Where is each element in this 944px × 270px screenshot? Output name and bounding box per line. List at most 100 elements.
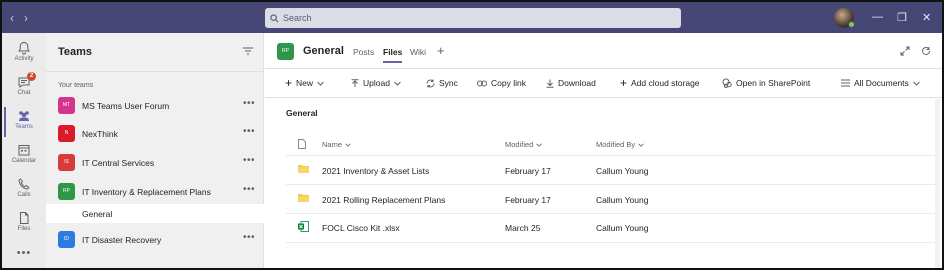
open-in-sharepoint-label: Open in SharePoint: [736, 78, 811, 88]
file-modified: February 17: [505, 166, 551, 176]
chevron-down-icon: [638, 143, 644, 147]
team-avatar: MT: [58, 97, 75, 114]
presence-available-icon: [848, 21, 855, 28]
app-teams[interactable]: Teams: [2, 105, 46, 139]
copy-link-label: Copy link: [491, 78, 526, 88]
refresh-icon[interactable]: [921, 46, 931, 56]
more-options-icon[interactable]: •••: [243, 232, 255, 243]
view-selector[interactable]: All Documents: [841, 78, 920, 88]
download-button[interactable]: Download: [546, 78, 596, 88]
team-avatar: IS: [58, 154, 75, 171]
team-it-disaster-recovery[interactable]: ID IT Disaster Recovery •••: [46, 229, 264, 251]
divider: [286, 155, 936, 156]
list-view-icon: [841, 79, 850, 87]
forward-arrow-icon[interactable]: ›: [24, 11, 28, 25]
open-in-sharepoint-button[interactable]: Open in SharePoint: [722, 78, 810, 88]
column-header-modified-by[interactable]: Modified By: [596, 140, 644, 149]
chevron-down-icon: [317, 81, 324, 86]
teams-icon: [19, 111, 29, 121]
view-selector-label: All Documents: [854, 78, 909, 88]
tab-files[interactable]: Files: [383, 47, 403, 63]
title-bar: ‹ › Search — ❐ ✕: [2, 2, 942, 33]
column-header-name-label: Name: [322, 140, 343, 149]
expand-icon[interactable]: [900, 46, 910, 56]
app-calls[interactable]: Calls: [2, 173, 46, 207]
column-header-modified-by-label: Modified By: [596, 140, 636, 149]
search-icon: [270, 13, 279, 22]
team-name: IT Central Services: [82, 158, 155, 168]
more-options-icon[interactable]: •••: [243, 98, 255, 109]
add-tab-button[interactable]: +: [437, 43, 445, 58]
file-name[interactable]: FOCL Cisco Kit .xlsx: [322, 223, 400, 233]
minimize-icon[interactable]: —: [872, 11, 883, 23]
file-modified-by: Callum Young: [596, 195, 649, 205]
back-arrow-icon[interactable]: ‹: [10, 11, 14, 25]
new-button[interactable]: + New: [285, 76, 324, 90]
more-options-icon[interactable]: •••: [243, 155, 255, 166]
app-teams-label: Teams: [15, 124, 33, 130]
team-it-central-services[interactable]: IS IT Central Services •••: [46, 152, 264, 174]
file-row[interactable]: 2021 Rolling Replacement Plans February …: [286, 186, 936, 213]
more-options-icon[interactable]: •••: [243, 126, 255, 137]
plus-icon: +: [620, 76, 628, 90]
column-header-modified[interactable]: Modified: [505, 140, 543, 149]
chat-unread-badge: 2: [27, 72, 36, 81]
divider: [286, 242, 936, 243]
close-icon[interactable]: ✕: [922, 11, 931, 24]
file-name[interactable]: 2021 Inventory & Asset Lists: [322, 166, 429, 176]
more-apps-icon[interactable]: •••: [2, 247, 46, 259]
channel-title: General: [303, 45, 344, 57]
sharepoint-icon: [722, 78, 732, 88]
add-cloud-storage-label: Add cloud storage: [631, 78, 700, 88]
app-bar: Activity 2 Chat Teams Calendar Calls Fil…: [2, 33, 46, 268]
team-name: IT Disaster Recovery: [82, 235, 162, 245]
team-avatar: ID: [58, 231, 75, 248]
upload-icon: [351, 78, 359, 87]
calendar-icon: [18, 145, 30, 156]
team-it-inventory-replacement-plans[interactable]: RP IT Inventory & Replacement Plans •••: [46, 181, 264, 203]
scrollbar[interactable]: [935, 99, 940, 268]
chevron-down-icon: [912, 81, 920, 86]
restore-icon[interactable]: ❐: [897, 11, 907, 24]
sync-button[interactable]: Sync: [426, 78, 458, 88]
team-avatar: RP: [277, 43, 294, 60]
app-calls-label: Calls: [17, 192, 31, 198]
app-files[interactable]: Files: [2, 207, 46, 241]
plus-icon: +: [285, 76, 293, 90]
search-bar[interactable]: Search: [265, 8, 681, 28]
filter-icon[interactable]: [243, 47, 253, 55]
file-row[interactable]: FOCL Cisco Kit .xlsx March 25 Callum You…: [286, 214, 936, 241]
app-calendar[interactable]: Calendar: [2, 139, 46, 173]
add-cloud-storage-button[interactable]: + Add cloud storage: [620, 76, 700, 90]
app-activity[interactable]: Activity: [2, 37, 46, 71]
team-ms-teams-user-forum[interactable]: MT MS Teams User Forum •••: [46, 95, 264, 117]
channel-general[interactable]: General: [46, 204, 264, 223]
tab-posts[interactable]: Posts: [353, 47, 374, 57]
files-toolbar: + New Upload Sync Copy link Download + A…: [265, 70, 942, 98]
file-icon: [20, 212, 29, 224]
file-name[interactable]: 2021 Rolling Replacement Plans: [322, 195, 445, 205]
your-teams-heading: Your teams: [58, 82, 94, 89]
team-name: NexThink: [82, 129, 118, 139]
team-nexthink[interactable]: N NexThink •••: [46, 123, 264, 145]
teams-pane-title: Teams: [58, 46, 93, 58]
divider: [286, 184, 936, 185]
sync-icon: [426, 79, 435, 87]
file-row[interactable]: 2021 Inventory & Asset Lists February 17…: [286, 157, 936, 184]
upload-button-label: Upload: [363, 78, 390, 88]
team-avatar: RP: [58, 183, 75, 200]
sync-button-label: Sync: [439, 78, 458, 88]
team-name: MS Teams User Forum: [82, 101, 170, 111]
file-modified-by: Callum Young: [596, 166, 649, 176]
teams-pane: Teams Your teams MT MS Teams User Forum …: [46, 33, 264, 268]
file-type-column-icon: [298, 139, 306, 149]
app-chat[interactable]: 2 Chat: [2, 71, 46, 105]
copy-link-button[interactable]: Copy link: [477, 78, 526, 88]
tab-wiki[interactable]: Wiki: [410, 47, 426, 57]
upload-button[interactable]: Upload: [351, 78, 401, 88]
more-options-icon[interactable]: •••: [243, 184, 255, 195]
search-placeholder: Search: [283, 13, 312, 23]
channel-content: RP General Posts Files Wiki + + New Uplo…: [265, 33, 942, 268]
column-header-modified-label: Modified: [505, 140, 534, 149]
column-header-name[interactable]: Name: [322, 140, 351, 149]
